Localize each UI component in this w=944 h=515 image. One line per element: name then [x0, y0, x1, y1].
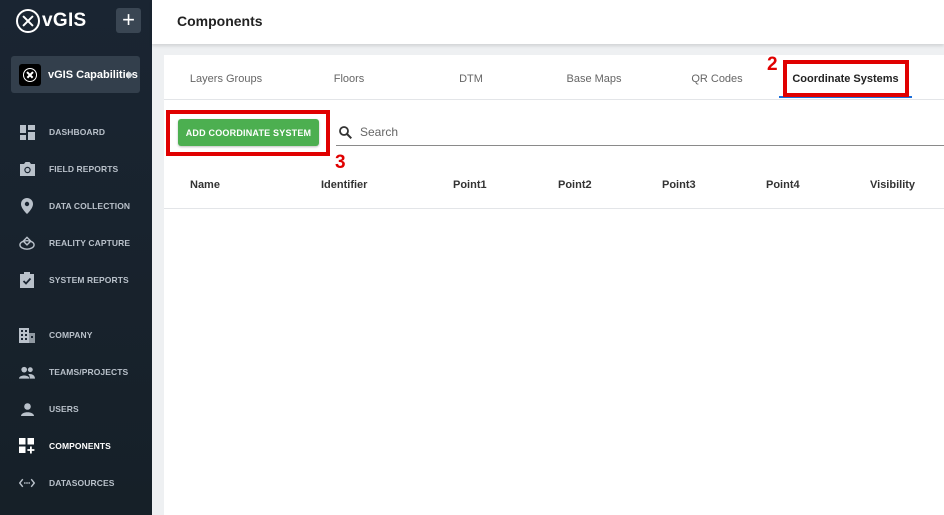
building-icon [19, 327, 35, 343]
sidebar-item-label: COMPONENTS [49, 441, 111, 451]
column-header-point3[interactable]: Point3 [662, 179, 696, 191]
sidebar-item-label: DATASOURCES [49, 478, 115, 488]
chevron-right-icon [128, 71, 133, 79]
sidebar-item-reality-capture[interactable]: REALITY CAPTURE [0, 229, 152, 257]
sidebar-item-field-reports[interactable]: FIELD REPORTS [0, 155, 152, 183]
column-header-point1[interactable]: Point1 [453, 179, 487, 191]
vgis-badge-icon [19, 63, 41, 86]
column-header-point4[interactable]: Point4 [766, 179, 800, 191]
sidebar-item-label: USERS [49, 404, 79, 414]
add-new-button[interactable]: + [116, 8, 141, 33]
sidebar-item-system-reports[interactable]: SYSTEM REPORTS [0, 266, 152, 294]
tab-layers-groups[interactable]: Layers Groups [164, 62, 288, 96]
search-input[interactable] [360, 120, 930, 144]
vgis-logo[interactable]: vGIS [16, 8, 87, 34]
clipboard-check-icon [19, 272, 35, 288]
column-header-visibility[interactable]: Visibility [870, 179, 915, 191]
column-header-identifier[interactable]: Identifier [321, 179, 367, 191]
vgis-logo-icon [16, 9, 40, 33]
sidebar-item-label: DASHBOARD [49, 127, 106, 137]
logo-text: vGIS [42, 10, 87, 31]
sidebar-item-label: TEAMS/PROJECTS [49, 367, 129, 377]
people-icon [19, 364, 35, 380]
tab-floors[interactable]: Floors [288, 62, 410, 96]
tabs-divider [164, 99, 944, 100]
sidebar: vGIS + vGIS Capabilities DASHBOARD FIELD… [0, 0, 152, 515]
page-header: Components [152, 0, 944, 44]
page-title: Components [177, 13, 263, 29]
tab-base-maps[interactable]: Base Maps [532, 62, 656, 96]
reality-capture-icon [19, 235, 35, 251]
search-icon [339, 126, 352, 139]
sidebar-item-datasources[interactable]: DATASOURCES [0, 469, 152, 497]
search-field[interactable] [336, 118, 944, 146]
sidebar-item-label: DATA COLLECTION [49, 201, 131, 211]
annotation-box-tab [783, 60, 909, 97]
column-header-point2[interactable]: Point2 [558, 179, 592, 191]
sidebar-item-company[interactable]: COMPANY [0, 321, 152, 349]
tab-dtm[interactable]: DTM [410, 62, 532, 96]
components-add-icon [19, 438, 35, 454]
sidebar-item-label: COMPANY [49, 330, 93, 340]
sidebar-item-label: FIELD REPORTS [49, 164, 119, 174]
camera-icon [19, 161, 35, 177]
sidebar-item-components[interactable]: COMPONENTS [0, 432, 152, 460]
sidebar-item-teams-projects[interactable]: TEAMS/PROJECTS [0, 358, 152, 386]
sidebar-item-dashboard[interactable]: DASHBOARD [0, 118, 152, 146]
tab-qr-codes[interactable]: QR Codes [656, 62, 778, 96]
person-icon [19, 401, 35, 417]
sidebar-item-data-collection[interactable]: DATA COLLECTION [0, 192, 152, 220]
project-selector-label: vGIS Capabilities [48, 68, 138, 81]
project-selector[interactable]: vGIS Capabilities [11, 56, 140, 93]
table-header-divider [164, 208, 944, 209]
annotation-box-button [166, 110, 330, 156]
code-arrows-icon [19, 475, 35, 491]
column-header-name[interactable]: Name [190, 179, 220, 191]
annotation-number-3: 3 [335, 152, 346, 173]
sidebar-item-label: SYSTEM REPORTS [49, 275, 129, 285]
annotation-number-2: 2 [767, 54, 778, 75]
map-pin-icon [19, 198, 35, 214]
dashboard-icon [19, 124, 35, 140]
sidebar-item-users[interactable]: USERS [0, 395, 152, 423]
sidebar-item-label: REALITY CAPTURE [49, 238, 131, 248]
